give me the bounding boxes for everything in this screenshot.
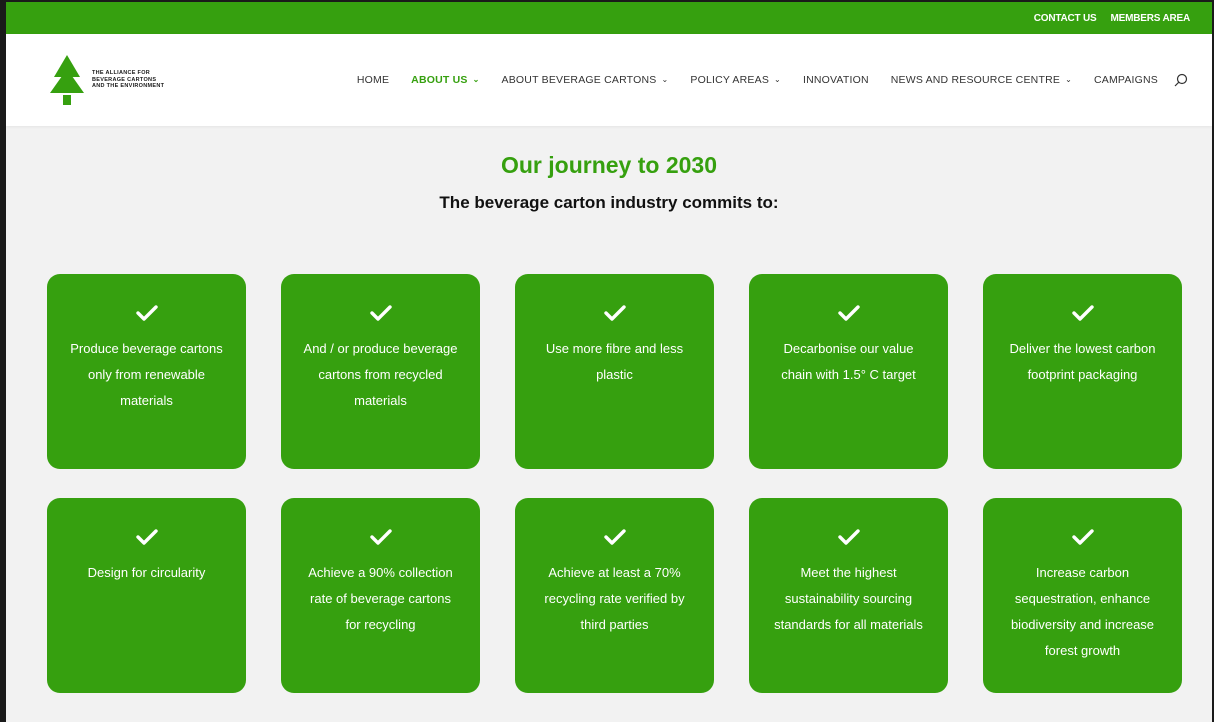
nav-item-about-us[interactable]: ABOUT US ⌄ xyxy=(411,74,479,86)
nav-item-label: HOME xyxy=(356,74,390,86)
nav-item-label: ABOUT US xyxy=(411,74,468,86)
nav-item-label: INNOVATION xyxy=(802,74,869,86)
page-subtitle: The beverage carton industry commits to: xyxy=(439,193,779,212)
commitment-text: Increase carbon sequestration, enhance b… xyxy=(1010,565,1155,658)
nav-item-label: CAMPAIGNS xyxy=(1093,74,1158,86)
top-utility-bar: CONTACT US MEMBERS AREA xyxy=(6,2,1212,34)
commitment-text: Meet the highest sustainability sourcing… xyxy=(774,565,923,632)
check-icon xyxy=(369,529,392,545)
commitment-card: Deliver the lowest carbon footprint pack… xyxy=(983,274,1182,469)
nav-item-about-beverage-cartons[interactable]: ABOUT BEVERAGE CARTONS ⌄ xyxy=(502,74,669,86)
page-title: Our journey to 2030 xyxy=(500,152,717,178)
chevron-down-icon: ⌄ xyxy=(1065,74,1072,84)
check-icon xyxy=(369,305,392,321)
logo-wordmark: THE ALLIANCE FOR BEVERAGE CARTONS AND TH… xyxy=(92,70,164,90)
check-icon xyxy=(135,305,158,321)
commitment-card: Use more fibre and less plastic xyxy=(515,274,714,469)
logo-line-3: AND THE ENVIRONMENT xyxy=(92,83,165,90)
commitment-text: Design for circularity xyxy=(87,565,206,580)
nav-item-news-and-resource-centre[interactable]: NEWS AND RESOURCE CENTRE ⌄ xyxy=(891,74,1072,86)
chevron-down-icon: ⌄ xyxy=(774,74,781,84)
nav-item-policy-areas[interactable]: POLICY AREAS ⌄ xyxy=(690,74,781,86)
members-area-link[interactable]: MEMBERS AREA xyxy=(1111,13,1191,24)
commitment-text: And / or produce beverage cartons from r… xyxy=(303,341,458,408)
chevron-down-icon: ⌄ xyxy=(472,74,480,84)
commitment-card: Produce beverage cartons only from renew… xyxy=(47,274,246,469)
main-content: Our journey to 2030 The beverage carton … xyxy=(6,152,1212,693)
nav-item-label: NEWS AND RESOURCE CENTRE xyxy=(890,74,1061,86)
commitment-card: Decarbonise our value chain with 1.5° C … xyxy=(749,274,948,469)
chevron-down-icon: ⌄ xyxy=(661,74,669,84)
nav-item-home[interactable]: HOME xyxy=(357,74,389,86)
commitment-card: Achieve a 90% collection rate of beverag… xyxy=(281,498,480,693)
commitment-text: Use more fibre and less plastic xyxy=(545,341,684,382)
check-icon xyxy=(603,529,626,545)
check-icon xyxy=(837,529,860,545)
commitment-text: Deliver the lowest carbon footprint pack… xyxy=(1009,341,1156,382)
commitment-card: Increase carbon sequestration, enhance b… xyxy=(983,498,1182,693)
site-logo[interactable]: THE ALLIANCE FOR BEVERAGE CARTONS AND TH… xyxy=(50,55,335,105)
page-frame: CONTACT US MEMBERS AREA THE ALLIANCE FOR… xyxy=(0,0,1214,722)
commitment-card: Meet the highest sustainability sourcing… xyxy=(749,498,948,693)
nav-item-label: ABOUT BEVERAGE CARTONS xyxy=(501,74,657,86)
commitment-text: Produce beverage cartons only from renew… xyxy=(70,341,223,408)
nav-item-campaigns[interactable]: CAMPAIGNS xyxy=(1094,74,1158,86)
check-icon xyxy=(135,529,158,545)
site-header: THE ALLIANCE FOR BEVERAGE CARTONS AND TH… xyxy=(6,34,1212,126)
commitment-text: Decarbonise our value chain with 1.5° C … xyxy=(781,341,916,382)
check-icon xyxy=(1071,529,1094,545)
commitment-card: And / or produce beverage cartons from r… xyxy=(281,274,480,469)
check-icon xyxy=(1071,305,1094,321)
search-icon[interactable] xyxy=(1174,73,1188,87)
contact-us-link[interactable]: CONTACT US xyxy=(1034,13,1097,24)
commitment-text: Achieve a 90% collection rate of beverag… xyxy=(308,565,453,632)
commitment-card: Achieve at least a 70% recycling rate ve… xyxy=(515,498,714,693)
nav-item-label: POLICY AREAS xyxy=(690,74,770,86)
check-icon xyxy=(837,305,860,321)
nav-item-innovation[interactable]: INNOVATION xyxy=(803,74,869,86)
commitment-text: Achieve at least a 70% recycling rate ve… xyxy=(544,565,685,632)
tree-logo-icon xyxy=(50,55,84,105)
check-icon xyxy=(603,305,626,321)
commitment-card: Design for circularity xyxy=(47,498,246,693)
main-nav: HOME ABOUT US ⌄ ABOUT BEVERAGE CARTONS ⌄… xyxy=(335,73,1188,87)
commitments-grid: Produce beverage cartons only from renew… xyxy=(47,274,1182,693)
